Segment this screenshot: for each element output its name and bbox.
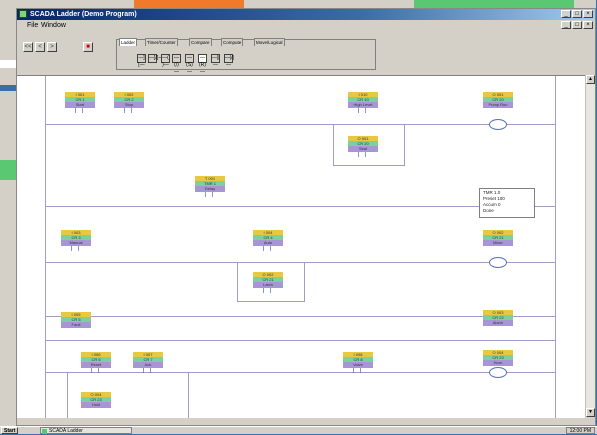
left-power-rail [45, 76, 46, 418]
timer-instruction-box[interactable]: TMR 1.0 Preset 100 Accum 0 Done [479, 188, 535, 218]
no-contact-icon: | | [352, 368, 364, 374]
toolbar: << < > ■ Ladder Timer/Counter Compare Co… [17, 31, 595, 75]
contact-block[interactable]: I 005 CR 5 Fault [61, 312, 91, 328]
timer-line-4: Done [483, 208, 494, 213]
contact-label: Hold [81, 402, 111, 408]
contact-block[interactable]: I 006 CR 6 Reset | | [81, 352, 111, 374]
instruction-no-contact-button[interactable]: —] [— [137, 54, 146, 68]
instruction-nc-contact-button[interactable]: —]/[— [148, 54, 163, 63]
contact-block[interactable]: I 008 CR 8 Valve | | [343, 352, 373, 374]
instruction-palette: Ladder Timer/Counter Compare Compute Mov… [116, 38, 376, 75]
tab-compare[interactable]: Compare [189, 38, 212, 46]
contact-block[interactable]: I 010 CR 10 High Level | | [348, 92, 378, 114]
background-strip [0, 85, 16, 91]
instruction-branch-button[interactable]: —||— [211, 54, 220, 68]
coil-block[interactable]: O 002 CR 21 Mixer [483, 230, 513, 246]
tab-ladder[interactable]: Ladder [119, 38, 138, 46]
coil-label: Horn [483, 360, 513, 366]
no-contact-icon: | | [74, 108, 86, 114]
coil-block[interactable]: O 003 CR 22 Alarm [483, 310, 513, 326]
background-strip [0, 60, 16, 68]
app-icon [19, 10, 27, 18]
output-coil-icon[interactable] [489, 367, 507, 378]
contact-block[interactable]: O 002 CR 21 Latch | | [253, 272, 283, 294]
close-icon[interactable]: × [583, 10, 593, 18]
window-controls: _ □ × [561, 10, 593, 18]
ladder-canvas[interactable]: I 001 CR 1 Start | | I 002 CR 2 Stop | |… [17, 75, 585, 418]
ladder-app-icon [42, 429, 47, 434]
no-contact-icon: | | [262, 288, 274, 294]
scroll-down-icon[interactable]: ▼ [586, 408, 595, 417]
mdi-minimize-icon[interactable]: _ [561, 21, 571, 29]
ladder-editor-window: SCADA Ladder (Demo Program) _ □ × File W… [16, 8, 596, 426]
window-title: SCADA Ladder (Demo Program) [30, 11, 137, 18]
tab-move-logical[interactable]: Move/Logical [254, 38, 285, 46]
contact-block[interactable]: I 007 CR 7 Ack | | [133, 352, 163, 374]
coil-block[interactable]: O 001 CR 20 Pump Run [483, 92, 513, 108]
tab-timer-counter[interactable]: Timer/Counter [145, 38, 178, 46]
no-contact-icon: | | [262, 246, 274, 252]
title-bar[interactable]: SCADA Ladder (Demo Program) _ □ × [17, 9, 595, 20]
no-contact-icon: | | [70, 246, 82, 252]
contact-block[interactable]: I 002 CR 2 Stop | | [114, 92, 144, 114]
instruction-coil-button[interactable]: —( )— [161, 54, 170, 68]
start-button[interactable]: Start [1, 427, 19, 434]
coil-label: Pump Run [483, 102, 513, 108]
contact-block[interactable]: O 004 CR 23 Hold [81, 392, 111, 408]
mdi-controls: _ □ × [561, 21, 593, 29]
no-contact-icon: | | [142, 368, 154, 374]
taskbar-item-label: SCADA Ladder [49, 428, 83, 434]
coil-label: Alarm [483, 320, 513, 326]
rung-line [45, 340, 555, 341]
no-contact-icon: | | [123, 108, 135, 114]
no-contact-icon: | | [90, 368, 102, 374]
instruction-branch-close-button[interactable]: —|/|— [224, 54, 234, 68]
coil-label: Mixer [483, 240, 513, 246]
contact-block[interactable]: O 001 CR 20 Seal | | [348, 136, 378, 158]
no-contact-icon: | | [357, 152, 369, 158]
taskbar-item[interactable]: SCADA Ladder [40, 427, 132, 434]
coil-block[interactable]: O 004 CR 23 Horn [483, 350, 513, 366]
contact-block[interactable]: I 004 CR 4 Auto | | [253, 230, 283, 252]
scroll-up-icon[interactable]: ▲ [586, 75, 595, 84]
no-contact-icon: | | [204, 192, 216, 198]
rung-line [45, 124, 555, 125]
stop-button[interactable]: ■ [83, 42, 93, 52]
no-contact-icon: | | [357, 108, 369, 114]
background-window-left [0, 0, 16, 434]
tab-compute[interactable]: Compute [221, 38, 244, 46]
vertical-scrollbar[interactable]: ▲ ▼ [585, 75, 595, 417]
output-coil-icon[interactable] [489, 119, 507, 130]
nav-prev-button[interactable]: < [35, 42, 45, 52]
instruction-not-coil-button[interactable]: —(/)— [172, 54, 181, 75]
right-power-rail [555, 76, 556, 418]
contact-block[interactable]: I 001 CR 1 Start | | [65, 92, 95, 114]
output-coil-icon[interactable] [489, 257, 507, 268]
instruction-set-button[interactable]: —(S)— [185, 54, 194, 75]
menu-bar: File Window [17, 21, 595, 30]
maximize-icon[interactable]: □ [572, 10, 582, 18]
minimize-icon[interactable]: _ [561, 10, 571, 18]
rung-line [45, 316, 555, 317]
system-clock: 12:00 PM [565, 427, 595, 434]
contact-block[interactable]: T 001 TMR 1 Delay | | [195, 176, 225, 198]
contact-block[interactable]: I 003 CR 3 Manual | | [61, 230, 91, 252]
nav-next-button[interactable]: > [47, 42, 57, 52]
mdi-restore-icon[interactable]: □ [572, 21, 582, 29]
taskbar: Start SCADA Ladder 12:00 PM [0, 426, 597, 434]
mdi-close-icon[interactable]: × [583, 21, 593, 29]
instruction-reset-button[interactable]: —(R)— [198, 54, 207, 75]
menu-file[interactable]: File [27, 21, 38, 30]
menu-window[interactable]: Window [41, 21, 66, 30]
nav-first-button[interactable]: << [23, 42, 33, 52]
contact-label: Fault [61, 322, 91, 328]
background-strip [0, 160, 16, 180]
